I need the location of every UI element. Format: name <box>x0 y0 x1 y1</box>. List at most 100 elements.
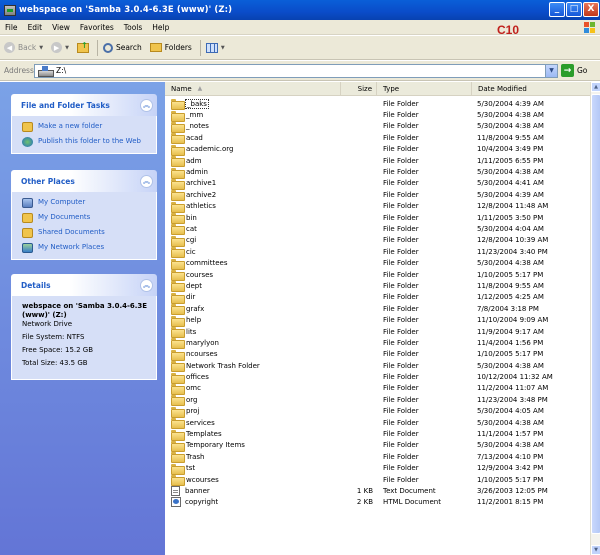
file-row[interactable]: cat File Folder 5/30/2004 4:04 AM <box>165 223 590 236</box>
folder-icon <box>171 452 185 464</box>
column-size[interactable]: Size <box>341 81 377 96</box>
place-my-computer[interactable]: My Computer <box>22 198 150 208</box>
column-date-modified[interactable]: Date Modified <box>472 82 590 96</box>
file-name-cell: admin <box>165 167 341 179</box>
details-panel: Details ︽ webspace on 'Samba 3.0.4-6.3E … <box>11 274 157 380</box>
file-type: File Folder <box>383 281 419 290</box>
file-row[interactable]: dir File Folder 1/12/2005 4:25 AM <box>165 292 590 304</box>
file-row[interactable]: Temporary Items File Folder 5/30/2004 4:38… <box>165 440 590 452</box>
file-row[interactable]: academic.org File Folder 10/4/2004 3:49 PM <box>165 144 590 156</box>
scroll-up-icon[interactable]: ▲ <box>591 82 600 92</box>
file-name-cell: ncourses <box>165 349 341 361</box>
column-name[interactable]: Name ▲ <box>165 81 341 96</box>
file-row[interactable]: committees File Folder 5/30/2004 4:38 AM <box>165 257 590 270</box>
address-input[interactable]: Z:\ ▼ <box>34 63 558 78</box>
file-type: File Folder <box>383 395 419 404</box>
file-row[interactable]: banner 1 KB Text Document 3/26/2003 12:05 P… <box>165 485 590 496</box>
vertical-scrollbar[interactable]: ▲ ▼ <box>590 82 600 555</box>
column-type[interactable]: Type <box>377 81 472 96</box>
search-button[interactable]: Search <box>102 42 142 53</box>
minimize-button[interactable]: _ <box>549 2 565 17</box>
file-folder-tasks-header[interactable]: File and Folder Tasks ︽ <box>11 94 157 116</box>
file-row[interactable]: offices File Folder 10/12/2004 11:32 AM <box>165 371 590 384</box>
file-row[interactable]: Trash File Folder 7/13/2004 4:10 PM <box>165 451 590 464</box>
details-header[interactable]: Details ︽ <box>11 274 157 296</box>
menu-file[interactable]: File <box>0 23 23 32</box>
details-body: webspace on 'Samba 3.0.4-6.3E (www)' (Z:… <box>11 296 157 380</box>
collapse-chevron-icon[interactable]: ︽ <box>140 278 153 292</box>
file-name: committees <box>186 259 228 268</box>
file-row[interactable]: bin File Folder 1/11/2005 3:50 PM <box>165 212 590 225</box>
file-row[interactable]: archive2 File Folder 5/30/2004 4:39 AM <box>165 189 590 202</box>
file-type: File Folder <box>383 213 419 222</box>
file-row[interactable]: dept File Folder 11/8/2004 9:55 AM <box>165 280 590 293</box>
file-date-modified: 1/11/2005 3:50 PM <box>477 213 544 222</box>
file-row[interactable]: athletics File Folder 12/8/2004 11:48 AM <box>165 201 590 213</box>
up-folder-button[interactable]: ↑ <box>76 41 89 53</box>
file-row[interactable]: _notes File Folder 5/30/2004 4:38 AM <box>165 121 590 133</box>
task-label: Make a new folder <box>38 122 103 130</box>
menu-help[interactable]: Help <box>147 23 174 32</box>
file-row[interactable]: grafx File Folder 7/8/2004 3:18 PM <box>165 303 590 316</box>
back-button[interactable]: ◀ Back ▼ <box>4 42 43 53</box>
file-type: File Folder <box>383 430 419 439</box>
place-shared-documents[interactable]: Shared Documents <box>22 228 150 238</box>
forward-button[interactable]: ▶ ▼ <box>51 42 69 53</box>
place-my-network-places[interactable]: My Network Places <box>22 243 150 253</box>
views-button[interactable]: ▼ <box>205 42 225 53</box>
file-name: archive2 <box>186 190 217 199</box>
search-icon <box>102 42 113 53</box>
file-row[interactable]: Network Trash Folder File Folder 5/30/2004… <box>165 360 590 373</box>
file-row[interactable]: cgi File Folder 12/8/2004 10:39 AM <box>165 235 590 247</box>
file-row[interactable]: _baks File Folder 5/30/2004 4:39 AM <box>165 98 590 111</box>
task-publish-to-web[interactable]: Publish this folder to the Web <box>22 137 150 147</box>
file-row[interactable]: acad File Folder 11/8/2004 9:55 AM <box>165 132 590 145</box>
file-row[interactable]: adm File Folder 1/11/2005 6:55 PM <box>165 155 590 168</box>
file-row[interactable]: wcourses File Folder 1/10/2005 5:17 PM <box>165 474 590 487</box>
file-date-modified: 7/13/2004 4:10 PM <box>477 452 544 461</box>
file-row[interactable]: help File Folder 11/10/2004 9:09 AM <box>165 314 590 327</box>
chevron-down-icon[interactable]: ▼ <box>545 64 557 77</box>
file-name: acad <box>186 133 203 142</box>
collapse-chevron-icon[interactable]: ︽ <box>140 174 153 188</box>
file-row[interactable]: ncourses File Folder 1/10/2005 5:17 PM <box>165 349 590 361</box>
folder-icon <box>171 315 185 327</box>
folders-button[interactable]: Folders <box>149 43 192 52</box>
file-row[interactable]: Templates File Folder 11/1/2004 1:57 PM <box>165 428 590 441</box>
file-row[interactable]: org File Folder 11/23/2004 3:48 PM <box>165 394 590 407</box>
file-row[interactable]: archive1 File Folder 5/30/2004 4:41 AM <box>165 178 590 190</box>
other-places-header[interactable]: Other Places ︽ <box>11 170 157 192</box>
file-row[interactable]: lits File Folder 11/9/2004 9:17 AM <box>165 326 590 338</box>
column-type-label: Type <box>383 84 400 93</box>
menu-tools[interactable]: Tools <box>119 23 147 32</box>
file-row[interactable]: marylyon File Folder 11/4/2004 1:56 PM <box>165 337 590 350</box>
scroll-down-icon[interactable]: ▼ <box>591 545 600 555</box>
file-date-modified: 11/9/2004 9:17 AM <box>477 327 544 336</box>
file-row[interactable]: cic File Folder 11/23/2004 3:40 PM <box>165 246 590 259</box>
menu-view[interactable]: View <box>47 23 75 32</box>
file-name-cell: services <box>165 418 341 430</box>
file-row[interactable]: _mm File Folder 5/30/2004 4:38 AM <box>165 109 590 122</box>
task-make-new-folder[interactable]: Make a new folder <box>22 122 150 132</box>
maximize-button[interactable]: □ <box>566 2 582 17</box>
go-button[interactable]: → Go <box>561 64 587 77</box>
file-name: grafx <box>186 304 205 313</box>
file-row[interactable]: courses File Folder 1/10/2005 5:17 PM <box>165 269 590 282</box>
collapse-chevron-icon[interactable]: ︽ <box>140 98 153 112</box>
task-label: Publish this folder to the Web <box>38 137 141 145</box>
menu-edit[interactable]: Edit <box>23 23 48 32</box>
place-my-documents[interactable]: My Documents <box>22 213 150 223</box>
file-row[interactable]: services File Folder 5/30/2004 4:38 AM <box>165 417 590 430</box>
scrollbar-thumb[interactable] <box>591 94 600 534</box>
menu-favorites[interactable]: Favorites <box>75 23 119 32</box>
file-row[interactable]: tst File Folder 12/9/2004 3:42 PM <box>165 463 590 475</box>
folder-icon <box>171 349 185 361</box>
file-date-modified: 10/4/2004 3:49 PM <box>477 145 544 154</box>
close-button[interactable]: X <box>583 2 599 17</box>
file-row[interactable]: proj File Folder 5/30/2004 4:05 AM <box>165 406 590 418</box>
file-row[interactable]: omc File Folder 11/2/2004 11:07 AM <box>165 383 590 395</box>
column-name-label: Name <box>171 84 192 93</box>
file-row[interactable]: copyright 2 KB HTML Document 11/2/2001 8:15… <box>165 497 590 508</box>
file-row[interactable]: admin File Folder 5/30/2004 4:38 AM <box>165 166 590 179</box>
file-name: lits <box>186 327 197 336</box>
